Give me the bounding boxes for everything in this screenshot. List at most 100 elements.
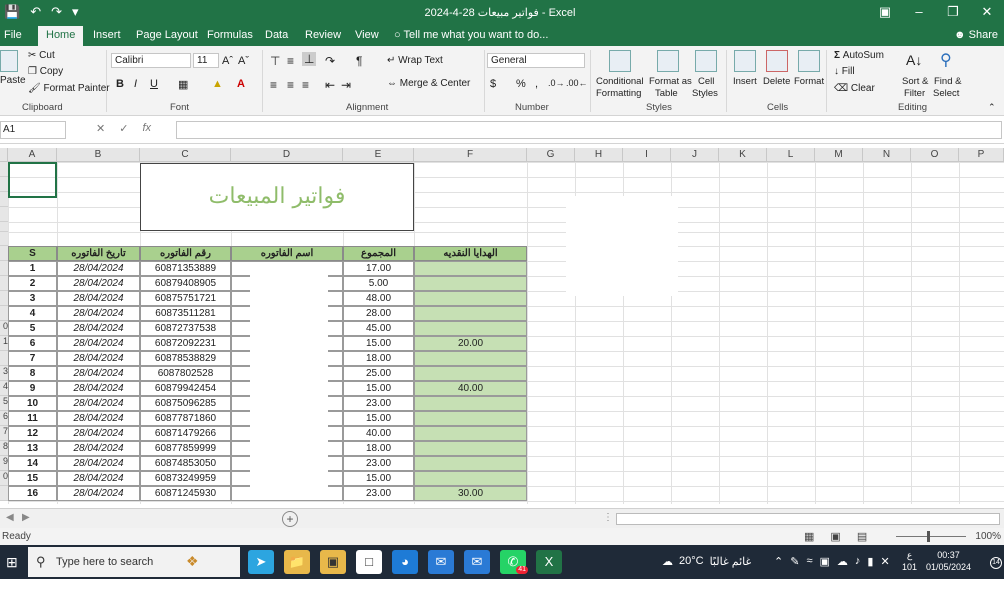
cell-cash-gift[interactable]: 20.00 xyxy=(414,336,527,351)
chevron-up-icon[interactable]: ⌃ xyxy=(774,555,783,568)
tab-formulas[interactable]: Formulas xyxy=(207,29,253,41)
cell-total[interactable]: 48.00 xyxy=(343,291,414,306)
header-invoice-name[interactable]: اسم الفاتوره xyxy=(231,246,343,261)
column-header-m[interactable]: M xyxy=(815,148,863,162)
align-center-icon[interactable]: ≡ xyxy=(287,78,294,92)
column-header-p[interactable]: P xyxy=(959,148,1004,162)
cell-invoice-date[interactable]: 28/04/2024 xyxy=(57,471,140,486)
cell-s[interactable]: 13 xyxy=(8,441,57,456)
tab-file[interactable]: File xyxy=(4,29,22,41)
format-cells-icon[interactable] xyxy=(798,50,820,72)
cancel-icon[interactable]: ✕ xyxy=(96,122,105,135)
weather-widget[interactable]: ☁ 20°C غائم غالبًا xyxy=(662,555,751,568)
row-header[interactable] xyxy=(0,306,8,321)
find-label[interactable]: Find & xyxy=(934,76,961,87)
row-header[interactable]: 6 xyxy=(0,411,8,426)
align-bottom-icon[interactable]: ⊥ xyxy=(302,52,317,66)
orientation-icon[interactable]: ↷ xyxy=(325,54,335,68)
cell-s[interactable]: 9 xyxy=(8,381,57,396)
store-icon[interactable]: ▣ xyxy=(320,550,346,574)
display-icon[interactable]: ▣ xyxy=(819,555,829,568)
cell-s[interactable]: 14 xyxy=(8,456,57,471)
row-header[interactable] xyxy=(0,486,8,501)
column-header-h[interactable]: H xyxy=(575,148,623,162)
delete-cells-icon[interactable] xyxy=(766,50,788,72)
cell-cash-gift[interactable] xyxy=(414,396,527,411)
text-direction-icon[interactable]: ¶ xyxy=(356,54,362,68)
borders-icon[interactable]: ▦ xyxy=(178,78,188,91)
cell-styles-icon[interactable] xyxy=(695,50,717,72)
cell-s[interactable]: 7 xyxy=(8,351,57,366)
row-header[interactable] xyxy=(0,222,8,232)
cell-s[interactable]: 5 xyxy=(8,321,57,336)
row-header[interactable] xyxy=(0,246,8,261)
header-total[interactable]: المجموع xyxy=(343,246,414,261)
column-header-a[interactable]: A xyxy=(8,148,57,162)
cell-total[interactable]: 28.00 xyxy=(343,306,414,321)
cell-invoice-number[interactable]: 60871353889 xyxy=(140,261,231,276)
edge-icon[interactable]: ◕ xyxy=(392,550,418,574)
cell-invoice-date[interactable]: 28/04/2024 xyxy=(57,456,140,471)
cell-s[interactable]: 12 xyxy=(8,426,57,441)
cell-cash-gift[interactable]: 30.00 xyxy=(414,486,527,501)
cell-s[interactable]: 1 xyxy=(8,261,57,276)
add-sheet-button[interactable]: + xyxy=(282,511,298,527)
insert-cells-button[interactable]: Insert xyxy=(733,76,757,87)
input-language[interactable]: ع 101 xyxy=(902,549,917,573)
column-header-g[interactable]: G xyxy=(527,148,575,162)
row-header[interactable] xyxy=(0,192,8,207)
tell-me-box[interactable]: ○ Tell me what you want to do... xyxy=(394,29,548,41)
normal-view-icon[interactable]: ▦ xyxy=(804,530,814,543)
cell-label[interactable]: Cell xyxy=(698,76,714,87)
cell-invoice-number[interactable]: 60873249959 xyxy=(140,471,231,486)
delete-cells-button[interactable]: Delete xyxy=(763,76,790,87)
cell-invoice-number[interactable]: 60877871860 xyxy=(140,411,231,426)
cell-cash-gift[interactable] xyxy=(414,456,527,471)
filter-label[interactable]: Filter xyxy=(904,88,925,99)
tab-page-layout[interactable]: Page Layout xyxy=(136,29,198,41)
page-break-view-icon[interactable]: ▤ xyxy=(857,530,867,543)
tab-view[interactable]: View xyxy=(355,29,379,41)
font-color-icon[interactable]: A xyxy=(237,78,245,90)
wifi-icon[interactable]: ≈ xyxy=(806,555,812,568)
align-right-icon[interactable]: ≡ xyxy=(302,78,309,92)
cell-invoice-date[interactable]: 28/04/2024 xyxy=(57,396,140,411)
cell-invoice-date[interactable]: 28/04/2024 xyxy=(57,276,140,291)
format-as-table-icon[interactable] xyxy=(657,50,679,72)
header-cash-gifts[interactable]: الهدايا النقديه xyxy=(414,246,527,261)
align-left-icon[interactable]: ≡ xyxy=(270,78,277,92)
conditional-label[interactable]: Conditional xyxy=(596,76,644,87)
taskbar-search[interactable]: ⚲ Type here to search ❖ xyxy=(28,547,240,577)
cell-invoice-date[interactable]: 28/04/2024 xyxy=(57,351,140,366)
row-header[interactable]: 0 xyxy=(0,321,8,336)
minimize-icon[interactable]: – xyxy=(902,0,936,26)
paste-button[interactable]: Paste xyxy=(0,75,26,86)
cell-cash-gift[interactable] xyxy=(414,441,527,456)
cut-button[interactable]: ✂ Cut xyxy=(28,50,55,61)
cell-invoice-date[interactable]: 28/04/2024 xyxy=(57,261,140,276)
wrap-text-button[interactable]: ↵ Wrap Text xyxy=(387,55,443,66)
align-middle-icon[interactable]: ≡ xyxy=(287,54,294,68)
mute-icon[interactable]: ✕ xyxy=(880,555,889,568)
cell-invoice-number[interactable]: 60871245930 xyxy=(140,486,231,501)
whatsapp-icon[interactable]: ✆ 41 xyxy=(500,550,528,574)
decrease-decimal-icon[interactable]: .00← xyxy=(566,78,588,88)
underline-button[interactable]: U xyxy=(150,78,158,90)
cell-cash-gift[interactable] xyxy=(414,261,527,276)
column-header-f[interactable]: F xyxy=(414,148,527,162)
header-invoice-date[interactable]: تاريخ الفاتوره xyxy=(57,246,140,261)
align-top-icon[interactable]: ⊤ xyxy=(270,54,280,68)
cell-cash-gift[interactable] xyxy=(414,426,527,441)
cell-invoice-number[interactable]: 60871479266 xyxy=(140,426,231,441)
mail-icon[interactable]: ✉ xyxy=(428,550,454,574)
cell-s[interactable]: 8 xyxy=(8,366,57,381)
horizontal-scrollbar[interactable] xyxy=(616,513,1000,525)
cell-invoice-date[interactable]: 28/04/2024 xyxy=(57,366,140,381)
table-label[interactable]: Table xyxy=(655,88,678,99)
shrink-font-icon[interactable]: Aˇ xyxy=(238,55,249,67)
row-header[interactable]: 3 xyxy=(0,366,8,381)
row-header[interactable] xyxy=(0,291,8,306)
cell-s[interactable]: 3 xyxy=(8,291,57,306)
row-header[interactable] xyxy=(0,162,8,177)
row-header[interactable]: 7 xyxy=(0,426,8,441)
